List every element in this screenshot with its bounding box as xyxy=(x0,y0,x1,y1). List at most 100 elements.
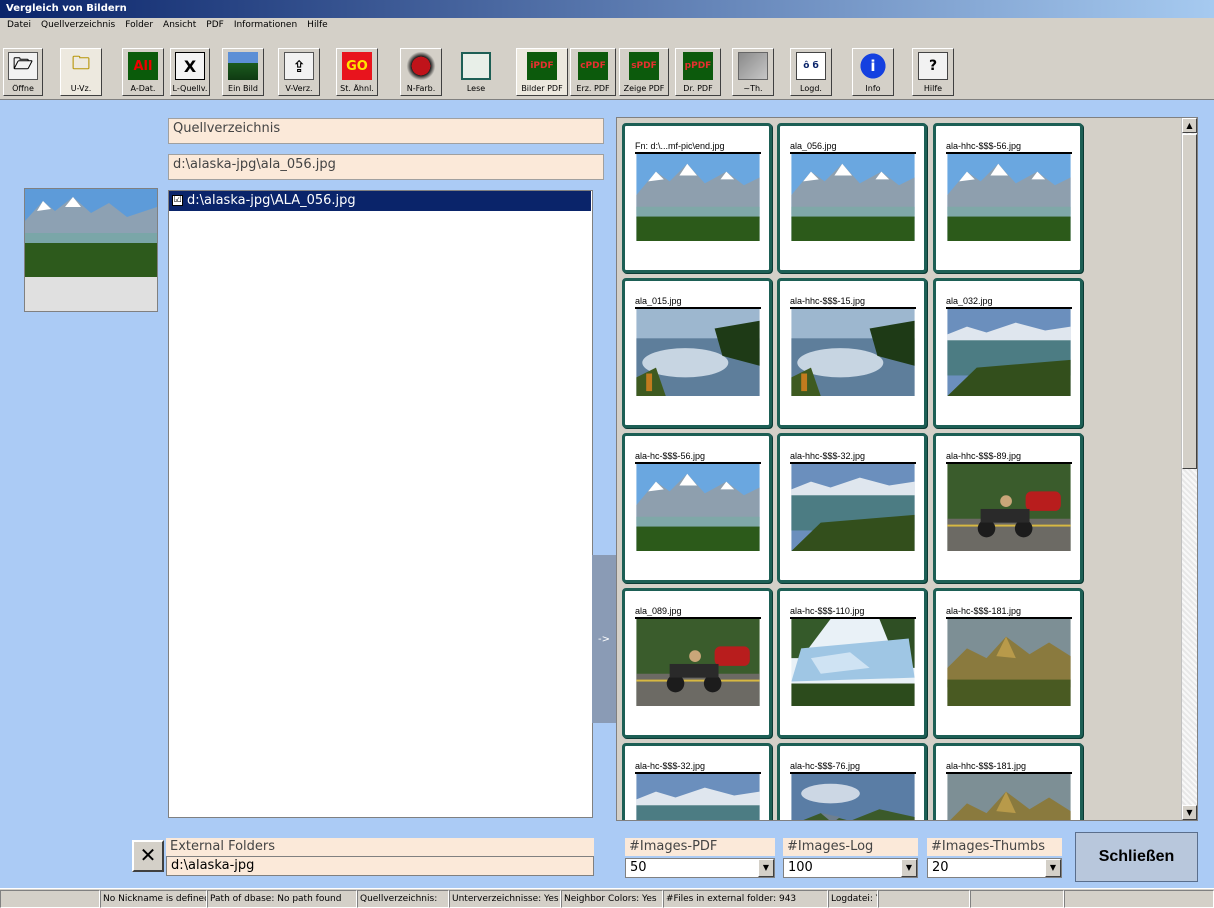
open-button[interactable]: 🗁 Öffne xyxy=(3,48,43,96)
images-thumbs-label: #Images-Thumbs xyxy=(927,838,1062,856)
thumbnail-card[interactable]: ala_015.jpg xyxy=(622,278,772,428)
status-cell xyxy=(1064,890,1214,908)
compare-folder-button[interactable]: ⇪ V-Verz. xyxy=(278,48,320,96)
thumbnail-card[interactable]: ala-hhc-$$$-15.jpg xyxy=(777,278,927,428)
toolbar-label: Zeige PDF xyxy=(623,84,665,93)
thumbnail-image xyxy=(946,152,1072,241)
thumbnail-image xyxy=(946,617,1072,706)
toolbar: 🗁 Öffne 🗀 U-Vz. All A-Dat. X L-Quellv. E… xyxy=(0,34,1214,100)
create-pdf-button[interactable]: cPDF Erz. PDF xyxy=(570,48,616,96)
thumbnail-card[interactable]: ala-hc-$$$-56.jpg xyxy=(622,433,772,583)
thumbnail-image xyxy=(635,152,761,241)
scroll-thumb[interactable] xyxy=(1182,134,1197,469)
thumbnail-caption: ala-hhc-$$$-56.jpg xyxy=(946,141,1022,151)
preview-photo xyxy=(25,189,157,277)
single-image-button[interactable]: Ein Bild xyxy=(222,48,264,96)
thumbnail-image xyxy=(946,462,1072,551)
thumbnail-card[interactable]: ala-hc-$$$-32.jpg xyxy=(622,743,772,820)
toolbar-label: Erz. PDF xyxy=(576,84,610,93)
menu-quellverzeichnis[interactable]: Quellverzeichnis xyxy=(36,19,120,33)
info-icon: i xyxy=(858,52,888,80)
thumbnail-grid: Fn: d:\...mf-pic\end.jpg ala_056.jpg ala-h… xyxy=(622,123,1182,820)
print-pdf-button[interactable]: pPDF Dr. PDF xyxy=(675,48,721,96)
thumbnail-caption: ala-hc-$$$-32.jpg xyxy=(635,761,706,771)
thumbnail-card[interactable]: ala-hhc-$$$-32.jpg xyxy=(777,433,927,583)
images-thumbs-select[interactable]: 20 ▼ xyxy=(927,858,1062,878)
status-dbase-path: Path of dbase: No path found xyxy=(207,890,357,908)
checkbox-icon[interactable]: ☑ xyxy=(172,195,183,206)
scroll-up-button[interactable]: ▲ xyxy=(1182,118,1197,133)
print-pdf-icon: pPDF xyxy=(683,52,713,80)
external-folder-field[interactable]: d:\alaska-jpg xyxy=(166,856,594,876)
menu-folder[interactable]: Folder xyxy=(120,19,158,33)
info-button[interactable]: i Info xyxy=(852,48,894,96)
thumbnail-image xyxy=(946,307,1072,396)
thumbnail-card[interactable]: ala-hc-$$$-110.jpg xyxy=(777,588,927,738)
images-log-select[interactable]: 100 ▼ xyxy=(783,858,918,878)
thumbnail-card[interactable]: ala_032.jpg xyxy=(933,278,1083,428)
start-similarity-button[interactable]: GO St. Ähnl. xyxy=(336,48,378,96)
thumbnail-caption: ala_089.jpg xyxy=(635,606,682,616)
menu-hilfe[interactable]: Hilfe xyxy=(302,19,332,33)
thumbnail-image xyxy=(946,772,1072,820)
thumbnail-card[interactable]: ala-hhc-$$$-56.jpg xyxy=(933,123,1083,273)
subfolder-button[interactable]: 🗀 U-Vz. xyxy=(60,48,102,96)
list-item-selected[interactable]: ☑ d:\alaska-jpg\ALA_056.jpg xyxy=(169,191,591,211)
toggle-panel-button[interactable]: -> xyxy=(592,555,616,723)
logfile-button[interactable]: ô б Logd. xyxy=(790,48,832,96)
thumbnail-panel[interactable]: Fn: d:\...mf-pic\end.jpg ala_056.jpg ala-h… xyxy=(616,117,1198,821)
thumbnail-image xyxy=(635,307,761,396)
thumbnails-button[interactable]: ~Th. xyxy=(732,48,774,96)
status-cell xyxy=(878,890,970,908)
list-item-label: d:\alaska-jpg\ALA_056.jpg xyxy=(187,193,356,208)
thumbnail-card[interactable]: Fn: d:\...mf-pic\end.jpg xyxy=(622,123,772,273)
status-logfile: Logdatei: Yes xyxy=(828,890,878,908)
images-pdf-select[interactable]: 50 ▼ xyxy=(625,858,775,878)
images-pdf-button[interactable]: iPDF Bilder PDF xyxy=(516,48,568,96)
read-button[interactable]: Lese xyxy=(456,48,496,96)
go-icon: GO xyxy=(342,52,372,80)
external-folders-label: External Folders xyxy=(166,838,594,856)
menu-ansicht[interactable]: Ansicht xyxy=(158,19,201,33)
clear-external-button[interactable]: ✕ xyxy=(132,840,164,872)
status-source: Quellverzeichnis: xyxy=(357,890,449,908)
vertical-scrollbar[interactable]: ▲ ▼ xyxy=(1181,118,1197,820)
delete-source-icon: X xyxy=(175,52,205,80)
thumbnail-card[interactable]: ala-hc-$$$-181.jpg xyxy=(933,588,1083,738)
thumbnail-image xyxy=(790,772,916,820)
clear-source-button[interactable]: X L-Quellv. xyxy=(170,48,210,96)
show-pdf-button[interactable]: sPDF Zeige PDF xyxy=(619,48,669,96)
thumbnail-caption: ala-hhc-$$$-89.jpg xyxy=(946,451,1022,461)
thumbnail-caption: ala-hc-$$$-110.jpg xyxy=(790,606,865,616)
file-list[interactable]: ☑ d:\alaska-jpg\ALA_056.jpg xyxy=(168,190,593,818)
logfile-icon: ô б xyxy=(796,52,826,80)
toolbar-label: Info xyxy=(865,84,881,93)
status-neighbor-colors: Neighbor Colors: Yes xyxy=(561,890,663,908)
neighbor-colors-button[interactable]: N-Farb. xyxy=(400,48,442,96)
close-button[interactable]: Schließen xyxy=(1075,832,1198,882)
toolbar-label: Ein Bild xyxy=(228,84,258,93)
toolbar-label: Dr. PDF xyxy=(683,84,713,93)
scroll-down-button[interactable]: ▼ xyxy=(1182,805,1197,820)
thumbnail-card[interactable]: ala_089.jpg xyxy=(622,588,772,738)
toolbar-label: ~Th. xyxy=(743,84,763,93)
thumbnail-card[interactable]: ala-hc-$$$-76.jpg xyxy=(777,743,927,820)
thumbnail-image xyxy=(790,307,916,396)
main-panel: Quellverzeichnis d:\alaska-jpg\ala_056.j… xyxy=(0,100,1214,888)
toolbar-label: A-Dat. xyxy=(130,84,156,93)
menu-datei[interactable]: Datei xyxy=(2,19,36,33)
status-bar: No Nickname is defined Path of dbase: No… xyxy=(0,888,1214,908)
menu-informationen[interactable]: Informationen xyxy=(229,19,302,33)
thumbnail-card[interactable]: ala-hhc-$$$-181.jpg xyxy=(933,743,1083,820)
toolbar-label: L-Quellv. xyxy=(172,84,208,93)
thumbnail-card[interactable]: ala-hhc-$$$-89.jpg xyxy=(933,433,1083,583)
help-button[interactable]: ? Hilfe xyxy=(912,48,954,96)
menu-pdf[interactable]: PDF xyxy=(201,19,229,33)
all-files-button[interactable]: All A-Dat. xyxy=(122,48,164,96)
thumbnail-card[interactable]: ala_056.jpg xyxy=(777,123,927,273)
chevron-down-icon[interactable]: ▼ xyxy=(758,859,774,877)
source-path-field[interactable]: d:\alaska-jpg\ala_056.jpg xyxy=(168,154,604,180)
chevron-down-icon[interactable]: ▼ xyxy=(1045,859,1061,877)
thumbnail-caption: ala_015.jpg xyxy=(635,296,682,306)
chevron-down-icon[interactable]: ▼ xyxy=(901,859,917,877)
